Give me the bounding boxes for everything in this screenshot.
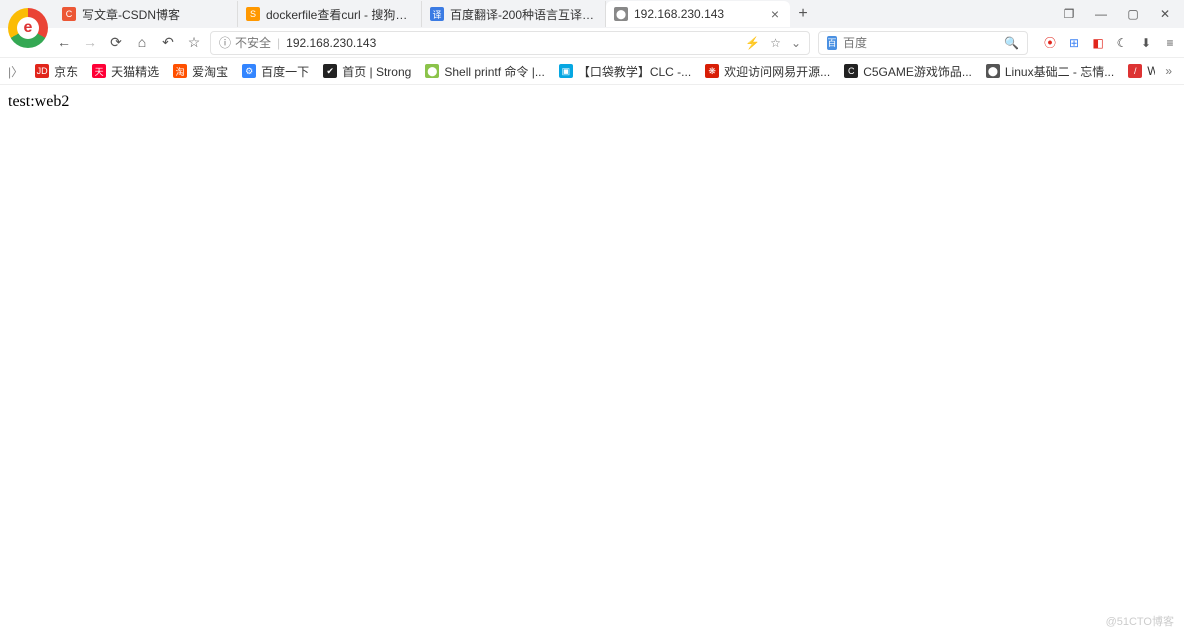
bookmark-label: 百度一下 — [261, 63, 309, 80]
bookmark-item-1[interactable]: 天天猫精选 — [92, 63, 159, 80]
separator: | — [277, 36, 280, 50]
tab-1[interactable]: Sdockerfile查看curl - 搜狗搜索 — [238, 1, 422, 27]
tab-3[interactable]: ⬤ 192.168.230.143 × — [606, 1, 790, 27]
tab-2[interactable]: 译百度翻译-200种语言互译、沟通全世 — [422, 1, 606, 27]
panel-icon[interactable]: ❐ — [1062, 7, 1076, 21]
new-tab-button[interactable]: + — [790, 5, 816, 23]
forward-button[interactable]: → — [82, 34, 98, 51]
url-text[interactable]: 192.168.230.143 — [286, 36, 739, 50]
bookmark-label: 天猫精选 — [111, 63, 159, 80]
bookmark-item-8[interactable]: C C5GAME游戏饰品... — [844, 63, 972, 80]
search-input[interactable] — [843, 36, 998, 50]
undo-button[interactable]: ↶ — [160, 34, 176, 51]
search-box[interactable]: 百 🔍 — [818, 31, 1028, 55]
tab-0[interactable]: C 写文章-CSDN博客 — [54, 1, 238, 27]
bookmarks-bar: |〉 JD 京东天天猫精选淘爱淘宝 ⚙ 百度一下 ✔ 首页 | Strong ⬤ Shell … — [0, 58, 1184, 85]
menu-icon[interactable]: ≡ — [1162, 35, 1178, 51]
bookmark-label: 【口袋教学】CLC -... — [578, 63, 691, 80]
bookmark-item-0[interactable]: JD 京东 — [35, 63, 78, 80]
download-icon[interactable]: ⬇ — [1138, 35, 1154, 51]
tab-favicon: 译 — [430, 7, 444, 21]
bookmark-item-6[interactable]: ▣ 【口袋教学】CLC -... — [559, 63, 691, 80]
bookmark-icon: ⬤ — [425, 64, 439, 78]
security-text: 不安全 — [235, 34, 271, 51]
extension-icons: ⦿ ⊞ ◧ ☾ ⬇ ≡ — [1036, 35, 1178, 51]
bookmark-label: 爱淘宝 — [192, 63, 228, 80]
minimize-button[interactable]: — — [1094, 7, 1108, 21]
search-icon[interactable]: 🔍 — [1004, 36, 1019, 50]
bookmark-label: C5GAME游戏饰品... — [863, 63, 972, 80]
bookmark-icon: ⬤ — [986, 64, 1000, 78]
bookmark-item-5[interactable]: ⬤ Shell printf 命令 |... — [425, 63, 544, 80]
bookmark-label: Shell printf 命令 |... — [444, 63, 544, 80]
bookmark-icon: ⚙ — [242, 64, 256, 78]
bookmark-icon: ▣ — [559, 64, 573, 78]
tab-title: 百度翻译-200种语言互译、沟通全世 — [450, 6, 597, 23]
ext-grid-icon[interactable]: ⊞ — [1066, 35, 1082, 51]
close-window-button[interactable]: ✕ — [1158, 7, 1172, 21]
bookmark-item-7[interactable]: ❋ 欢迎访问网易开源... — [705, 63, 830, 80]
bookmark-icon: ✔ — [323, 64, 337, 78]
page-content: test:web2 — [0, 85, 1184, 119]
tab-close-icon[interactable]: × — [768, 7, 782, 21]
nav-buttons: ← → ⟳ ⌂ ↶ ☆ — [56, 34, 202, 51]
bookmark-icon: 淘 — [173, 64, 187, 78]
bookmark-icon: C — [844, 64, 858, 78]
toolbar: ← → ⟳ ⌂ ↶ ☆ ⓘ 不安全 | 192.168.230.143 ⚡ ☆ … — [0, 28, 1184, 58]
watermark: @51CTO博客 — [1106, 613, 1174, 629]
bookmark-icon: 天 — [92, 64, 106, 78]
tab-favicon: C — [62, 7, 76, 21]
tab-title: 写文章-CSDN博客 — [82, 6, 229, 23]
bookmark-item-4[interactable]: ✔ 首页 | Strong — [323, 63, 411, 80]
bookmarks-overflow[interactable]: » — [1165, 64, 1178, 78]
browser-chrome: C写文章-CSDN博客Sdockerfile查看curl - 搜狗搜索译百度翻译… — [0, 0, 1184, 85]
reload-button[interactable]: ⟳ — [108, 34, 124, 51]
page-body-text: test:web2 — [8, 93, 69, 110]
bookmark-item-3[interactable]: ⚙ 百度一下 — [242, 63, 309, 80]
bookmark-icon: ❋ — [705, 64, 719, 78]
window-controls: ❐ — ▢ ✕ — [1062, 7, 1184, 21]
bookmark-label: 欢迎访问网易开源... — [724, 63, 830, 80]
info-icon: ⓘ — [219, 34, 231, 51]
bookmark-label: Welcome to The... — [1147, 64, 1155, 78]
bookmark-item-2[interactable]: 淘爱淘宝 — [173, 63, 228, 80]
tab-strip: C写文章-CSDN博客Sdockerfile查看curl - 搜狗搜索译百度翻译… — [0, 0, 1184, 28]
address-bar[interactable]: ⓘ 不安全 | 192.168.230.143 ⚡ ☆ ⌄ — [210, 31, 810, 55]
browser-logo — [8, 8, 48, 48]
maximize-button[interactable]: ▢ — [1126, 7, 1140, 21]
dropdown-icon[interactable]: ⌄ — [791, 36, 801, 50]
bookmark-item-10[interactable]: / Welcome to The... — [1128, 64, 1155, 78]
bookmark-icon: JD — [35, 64, 49, 78]
tab-title: dockerfile查看curl - 搜狗搜索 — [266, 6, 413, 23]
flash-icon[interactable]: ⚡ — [745, 36, 760, 50]
bookmarks-handle-icon[interactable]: |〉 — [6, 63, 25, 80]
security-status[interactable]: ⓘ 不安全 — [219, 34, 271, 51]
bookmark-label: Linux基础二 - 忘情... — [1005, 63, 1114, 80]
favorite-button[interactable]: ☆ — [186, 34, 202, 51]
ext-square-icon[interactable]: ◧ — [1090, 35, 1106, 51]
bookmark-label: 首页 | Strong — [342, 63, 411, 80]
bookmark-icon: / — [1128, 64, 1142, 78]
search-engine-icon[interactable]: 百 — [827, 36, 837, 50]
dark-mode-icon[interactable]: ☾ — [1114, 35, 1130, 51]
bookmark-item-9[interactable]: ⬤ Linux基础二 - 忘情... — [986, 63, 1114, 80]
back-button[interactable]: ← — [56, 34, 72, 51]
address-icons: ⚡ ☆ ⌄ — [745, 36, 801, 50]
bookmark-star-icon[interactable]: ☆ — [770, 36, 781, 50]
tab-title: 192.168.230.143 — [634, 7, 762, 21]
ext-red-icon[interactable]: ⦿ — [1042, 35, 1058, 51]
tab-favicon: S — [246, 7, 260, 21]
home-button[interactable]: ⌂ — [134, 34, 150, 51]
bookmark-label: 京东 — [54, 63, 78, 80]
tab-favicon: ⬤ — [614, 7, 628, 21]
